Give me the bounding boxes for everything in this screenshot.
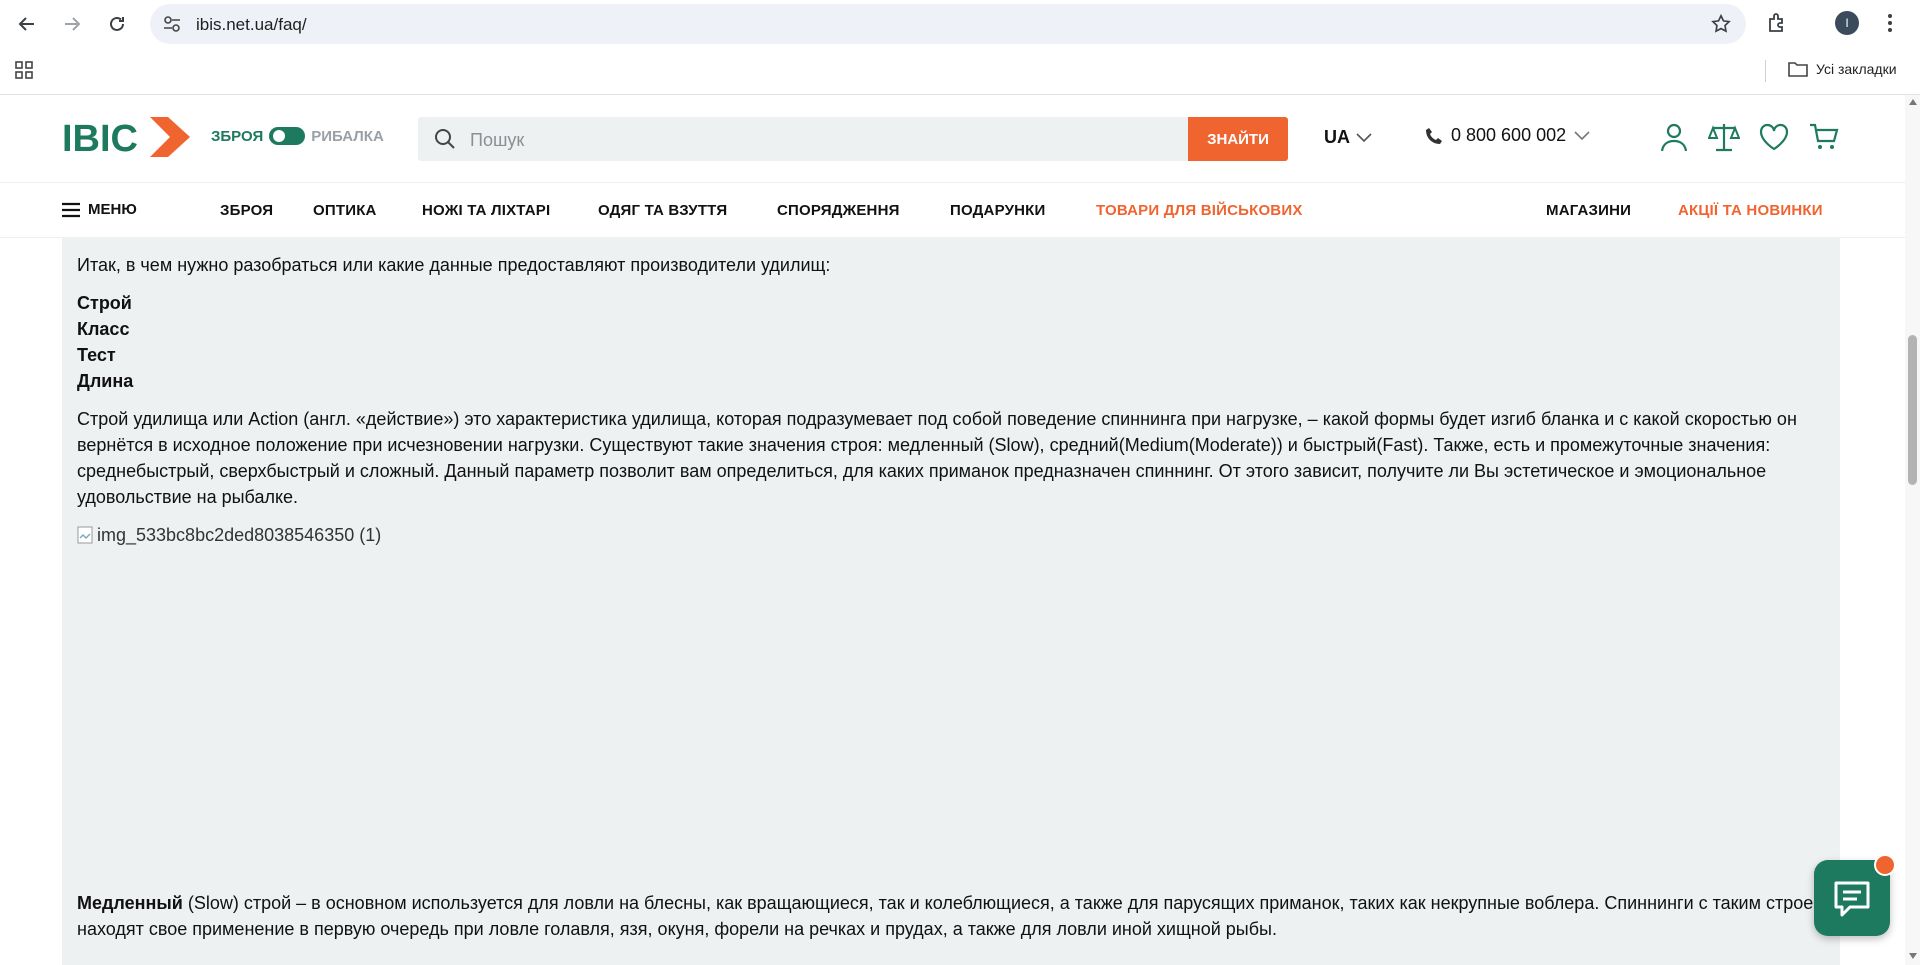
back-button[interactable] [12,9,42,39]
forward-button[interactable] [57,9,87,39]
slow-description: (Slow) строй – в основном используется д… [77,893,1826,939]
heart-icon[interactable] [1758,121,1790,153]
article-paragraph: Строй удилища или Action (англ. «действи… [77,409,1797,507]
search-button[interactable]: ЗНАЙТИ [1188,117,1288,161]
broken-image: img_533bc8bc2ded8038546350 (1) [77,522,1827,548]
menu-item-stores[interactable]: МАГАЗИНИ [1546,202,1631,219]
reload-button[interactable] [102,9,132,39]
browser-toolbar: ibis.net.ua/faq/ I [0,0,1920,48]
chevron-down-icon [1574,130,1590,140]
logo-text: IBIC [62,118,138,159]
all-bookmarks-button[interactable]: Усі закладки [1788,60,1897,78]
menu-item-knives[interactable]: НОЖІ ТА ЛІХТАРІ [422,202,550,219]
address-bar[interactable]: ibis.net.ua/faq/ [150,4,1746,44]
toggle-label-weapons[interactable]: ЗБРОЯ [211,128,263,145]
folder-icon [1788,62,1808,77]
slow-term: Медленный [77,893,183,913]
scroll-down-arrow[interactable] [1909,953,1917,959]
list-item: Длина [77,371,134,391]
image-alt-text: img_533bc8bc2ded8038546350 (1) [97,525,382,545]
search-box [418,117,1288,163]
chat-notification-badge [1874,854,1896,876]
chevron-down-icon [1356,132,1372,142]
list-item: Тест [77,345,116,365]
user-icon[interactable] [1658,121,1690,153]
page-scrollbar[interactable] [1905,95,1920,965]
language-selector[interactable]: UA [1324,127,1372,148]
url-text[interactable]: ibis.net.ua/faq/ [196,15,307,35]
parameters-list: Строй Класс Тест Длина [77,290,1827,394]
article-intro: Итак, в чем нужно разобраться или какие … [77,255,831,275]
category-toggle[interactable]: ЗБРОЯ РИБАЛКА [211,127,384,145]
menu-item-gifts[interactable]: ПОДАРУНКИ [950,202,1045,219]
menu-item-equipment[interactable]: СПОРЯДЖЕННЯ [777,202,900,219]
arrow-right-icon [65,17,81,31]
scroll-up-arrow[interactable] [1909,99,1917,105]
article-body: Итак, в чем нужно разобраться или какие … [77,237,1827,942]
compare-scales-icon[interactable] [1708,121,1740,153]
phone-number: 0 800 600 002 [1451,125,1567,145]
site-header: IBIC ЗБРОЯ РИБАЛКА ЗНАЙТИ UA 0 800 600 0… [0,95,1905,182]
cart-icon[interactable] [1808,121,1840,153]
article-paragraph-slow: Медленный (Slow) строй – в основном испо… [77,890,1827,942]
phone-icon [1426,127,1442,144]
bookmarks-separator [1765,60,1766,82]
menu-item-military[interactable]: ТОВАРИ ДЛЯ ВІЙСЬКОВИХ [1096,202,1303,219]
profile-avatar[interactable]: I [1835,11,1859,35]
toggle-label-fishing[interactable]: РИБАЛКА [311,128,384,145]
toggle-switch[interactable] [269,127,306,145]
broken-image-icon [77,526,93,544]
hamburger-icon [62,202,80,217]
ibis-logo[interactable]: IBIC [62,115,194,159]
site-info-icon[interactable] [162,14,182,34]
menu-label: МЕНЮ [88,201,137,218]
bookmark-star-icon[interactable] [1710,13,1732,35]
language-label: UA [1324,127,1350,147]
menu-item-optics[interactable]: ОПТИКА [313,202,377,219]
chat-icon [1834,881,1870,917]
search-input[interactable] [468,117,1232,163]
extensions-icon[interactable] [1766,11,1790,35]
list-item: Класс [77,319,130,339]
article-container: Итак, в чем нужно разобраться или какие … [62,237,1840,965]
more-menu-icon[interactable] [1882,11,1898,35]
reload-icon [110,16,124,31]
scroll-thumb[interactable] [1908,335,1917,485]
bookmarks-bar: Усі закладки [0,48,1920,95]
search-icon [435,129,455,149]
menu-item-weapons[interactable]: ЗБРОЯ [220,202,273,219]
all-bookmarks-label: Усі закладки [1816,61,1897,77]
list-item: Строй [77,293,132,313]
phone-selector[interactable]: 0 800 600 002 [1425,125,1590,146]
menu-item-clothing[interactable]: ОДЯГ ТА ВЗУТТЯ [598,202,727,219]
main-menu: МЕНЮ ЗБРОЯ ОПТИКА НОЖІ ТА ЛІХТАРІ ОДЯГ Т… [0,182,1905,238]
arrow-left-icon [18,17,34,31]
menu-item-promotions[interactable]: АКЦІЇ ТА НОВИНКИ [1678,202,1823,219]
menu-button[interactable]: МЕНЮ [62,201,137,218]
apps-grid-icon[interactable] [14,60,34,80]
